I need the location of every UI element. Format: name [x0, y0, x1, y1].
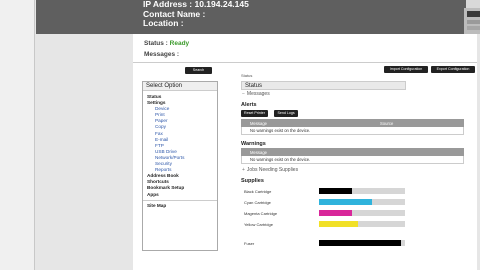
supply-level-fill [319, 210, 352, 216]
main-panel: Status − Messages Alerts Reset Printer Se… [241, 81, 464, 249]
messages-toggle[interactable]: − Messages [241, 91, 406, 98]
table-header-row: Message Source [241, 119, 464, 127]
alerts-title: Alerts [241, 102, 257, 108]
sidebar-menu: Status Settings Device Print Paper Copy … [143, 91, 217, 209]
supply-level-fill [319, 188, 352, 194]
supply-level-bar [319, 188, 405, 194]
device-info: IP Address : 10.194.24.145 Contact Name … [143, 0, 249, 29]
warnings-table: Message No warnings exist on the device. [241, 148, 464, 164]
export-configuration-button[interactable]: Export Configuration [431, 66, 475, 73]
supply-row-black: Black Cartridge [241, 186, 406, 197]
messages-label: Messages : [144, 51, 180, 58]
supplies-list: Black Cartridge Cyan Cartridge Magenta C… [241, 186, 406, 249]
table-header-row: Message [241, 148, 464, 156]
collapse-icon: − [242, 91, 245, 97]
location-text: Location : [143, 18, 184, 28]
supplies-title: Supplies [241, 178, 264, 184]
supply-level-bar [319, 240, 405, 246]
supply-label: Yellow Cartridge [244, 222, 273, 227]
expand-icon: + [242, 167, 245, 173]
supply-label: Magenta Cartridge [244, 211, 278, 216]
supply-level-bar [319, 199, 405, 205]
status-label: Status : [144, 40, 168, 47]
send-logs-button[interactable]: Send Logs [274, 110, 298, 117]
alerts-empty-text: No warnings exist on the device. [241, 126, 464, 135]
supply-row-cyan: Cyan Cartridge [241, 197, 406, 208]
printer-status: Status : Ready [144, 40, 189, 47]
browser-left-strip [0, 0, 35, 270]
select-option-sidebar: Select Option Status Settings Device Pri… [142, 81, 218, 251]
page-header: IP Address : 10.194.24.145 Contact Name … [36, 0, 480, 34]
column-header-source: Source [371, 119, 464, 127]
warnings-title: Warnings [241, 141, 266, 147]
supply-level-bar [319, 210, 405, 216]
status-value: Ready [169, 40, 190, 47]
supply-level-fill [319, 199, 373, 205]
alerts-table: Message Source No warnings exist on the … [241, 119, 464, 135]
alerts-actions: Reset Printer Send Logs [241, 110, 406, 118]
column-header-message: Message [241, 148, 464, 156]
content-page: Status : Ready Messages : Search Import … [133, 34, 477, 270]
sidebar-item-apps[interactable]: Apps [147, 192, 217, 198]
warnings-empty-text: No warnings exist on the device. [241, 155, 464, 164]
divider [133, 62, 477, 63]
column-header-message: Message [241, 119, 372, 127]
supply-level-fill [319, 221, 358, 227]
table-row: No warnings exist on the device. [241, 155, 464, 164]
supply-row-yellow: Yellow Cartridge [241, 219, 406, 230]
import-configuration-button[interactable]: Import Configuration [384, 66, 428, 73]
reset-printer-button[interactable]: Reset Printer [241, 110, 268, 117]
status-section-heading: Status [241, 81, 406, 90]
sidebar-heading: Select Option [143, 82, 217, 91]
supply-label: Cyan Cartridge [244, 200, 271, 205]
breadcrumb: Status [241, 73, 253, 78]
supply-label: Fuser [244, 241, 255, 246]
jobs-needing-supplies-label: Jobs Needing Supplies [246, 167, 299, 173]
messages-toggle-label: Messages [246, 91, 270, 97]
supply-row-fuser: Fuser [241, 238, 406, 249]
jobs-needing-supplies-toggle[interactable]: + Jobs Needing Supplies [241, 167, 406, 174]
supply-label: Black Cartridge [244, 189, 272, 194]
printer-icon [464, 0, 480, 34]
site-map-link[interactable]: Site Map [143, 199, 217, 209]
table-row: No warnings exist on the device. [241, 126, 464, 135]
supply-row-magenta: Magenta Cartridge [241, 208, 406, 219]
supply-level-fill [319, 240, 401, 246]
supply-level-bar [319, 221, 405, 227]
search-button[interactable]: Search [185, 67, 212, 74]
